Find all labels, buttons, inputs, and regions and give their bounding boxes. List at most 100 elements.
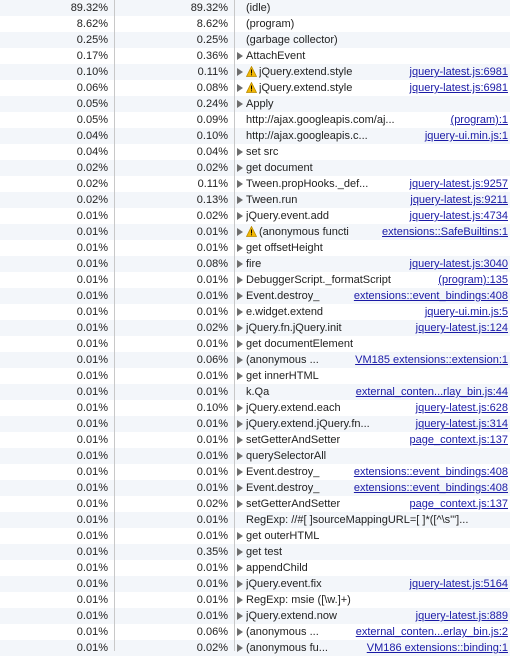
profile-row[interactable]: 0.01% 0.06% (anonymous ... VM185 extensions… — [0, 352, 510, 368]
disclosure-triangle-icon[interactable] — [237, 628, 243, 636]
disclosure-triangle-icon[interactable] — [237, 228, 243, 236]
profile-row[interactable]: 0.02% 0.13% Tween.run jquery-latest.js:9211 — [0, 192, 510, 208]
profile-row[interactable]: 0.04% 0.04% set src — [0, 144, 510, 160]
disclosure-triangle-icon[interactable] — [237, 164, 243, 172]
disclosure-triangle-icon[interactable] — [237, 612, 243, 620]
disclosure-triangle-icon[interactable] — [237, 356, 243, 364]
disclosure-triangle-icon[interactable] — [237, 324, 243, 332]
profile-row[interactable]: 0.01% 0.01% jQuery.event.fix jquery-latest.… — [0, 576, 510, 592]
profile-row[interactable]: 0.01% 0.01% Event.destroy_ extensions::even… — [0, 464, 510, 480]
profile-row[interactable]: 0.01% 0.01% jQuery.extend.jQuery.fn... jque… — [0, 416, 510, 432]
profile-row[interactable]: 0.01% 0.01% setGetterAndSetter page_context… — [0, 432, 510, 448]
source-link[interactable]: extensions::event_bindings:408 — [351, 288, 508, 304]
disclosure-triangle-icon[interactable] — [237, 148, 243, 156]
source-link[interactable]: jquery-latest.js:889 — [413, 608, 508, 624]
profile-row[interactable]: 89.32% 89.32% (idle) — [0, 0, 510, 16]
source-link[interactable]: jquery-latest.js:124 — [413, 320, 508, 336]
source-link[interactable]: jquery-latest.js:6981 — [407, 64, 508, 80]
column-divider-self[interactable] — [114, 0, 115, 651]
profile-row[interactable]: 0.01% 0.01% DebuggerScript._formatScript (p… — [0, 272, 510, 288]
disclosure-triangle-icon[interactable] — [237, 180, 243, 188]
profile-row[interactable]: 0.01% 0.10% jQuery.extend.each jquery-lates… — [0, 400, 510, 416]
disclosure-triangle-icon[interactable] — [237, 84, 243, 92]
disclosure-triangle-icon[interactable] — [237, 292, 243, 300]
disclosure-triangle-icon[interactable] — [237, 468, 243, 476]
profile-row[interactable]: 0.01% 0.35% get test — [0, 544, 510, 560]
profile-row[interactable]: 0.06% 0.08% jQuery.extend.style jquery-late… — [0, 80, 510, 96]
profile-row[interactable]: 0.01% 0.01% (anonymous functi extensions::S… — [0, 224, 510, 240]
profile-row[interactable]: 0.01% 0.01% Event.destroy_ extensions::even… — [0, 288, 510, 304]
disclosure-triangle-icon[interactable] — [237, 276, 243, 284]
profile-row[interactable]: 0.01% 0.01% Event.destroy_ extensions::even… — [0, 480, 510, 496]
disclosure-triangle-icon[interactable] — [237, 564, 243, 572]
profile-row[interactable]: 0.01% 0.01% k.Qa external_conten...rlay_bin… — [0, 384, 510, 400]
source-link[interactable]: jquery-latest.js:6981 — [407, 80, 508, 96]
disclosure-triangle-icon[interactable] — [237, 436, 243, 444]
profile-row[interactable]: 0.01% 0.02% setGetterAndSetter page_context… — [0, 496, 510, 512]
disclosure-triangle-icon[interactable] — [237, 420, 243, 428]
disclosure-triangle-icon[interactable] — [237, 532, 243, 540]
profile-row[interactable]: 0.01% 0.01% get innerHTML — [0, 368, 510, 384]
disclosure-triangle-icon[interactable] — [237, 212, 243, 220]
profile-row[interactable]: 0.01% 0.01% jQuery.extend.now jquery-latest… — [0, 608, 510, 624]
source-link[interactable]: page_context.js:137 — [407, 432, 508, 448]
source-link[interactable]: jquery-ui.min.js:1 — [422, 128, 508, 144]
disclosure-triangle-icon[interactable] — [237, 340, 243, 348]
source-link[interactable]: VM186 extensions::binding:1 — [364, 640, 508, 656]
source-link[interactable]: jquery-latest.js:4734 — [407, 208, 508, 224]
profile-row[interactable]: 8.62% 8.62% (program) — [0, 16, 510, 32]
profile-row[interactable]: 0.01% 0.06% (anonymous ... external_conten.… — [0, 624, 510, 640]
disclosure-triangle-icon[interactable] — [237, 596, 243, 604]
profile-row[interactable]: 0.01% 0.01% RegExp: msie ([\w.]+) — [0, 592, 510, 608]
source-link[interactable]: jquery-latest.js:9257 — [407, 176, 508, 192]
disclosure-triangle-icon[interactable] — [237, 68, 243, 76]
profile-row[interactable]: 0.01% 0.01% e.widget.extend jquery-ui.min.j… — [0, 304, 510, 320]
source-link[interactable]: external_conten...erlay_bin.js:2 — [353, 624, 508, 640]
source-link[interactable]: jquery-ui.min.js:5 — [422, 304, 508, 320]
disclosure-triangle-icon[interactable] — [237, 100, 243, 108]
disclosure-triangle-icon[interactable] — [237, 260, 243, 268]
disclosure-triangle-icon[interactable] — [237, 308, 243, 316]
profile-row[interactable]: 0.01% 0.01% appendChild — [0, 560, 510, 576]
profile-row[interactable]: 0.01% 0.01% get outerHTML — [0, 528, 510, 544]
source-link[interactable]: jquery-latest.js:3040 — [407, 256, 508, 272]
source-link[interactable]: jquery-latest.js:628 — [413, 400, 508, 416]
profile-row[interactable]: 0.17% 0.36% AttachEvent — [0, 48, 510, 64]
disclosure-triangle-icon[interactable] — [237, 580, 243, 588]
profile-row[interactable]: 0.02% 0.11% Tween.propHooks._def... jquery-… — [0, 176, 510, 192]
disclosure-triangle-icon[interactable] — [237, 372, 243, 380]
profile-row[interactable]: 0.04% 0.10% http://ajax.googleapis.c... jqu… — [0, 128, 510, 144]
disclosure-triangle-icon[interactable] — [237, 500, 243, 508]
source-link[interactable]: jquery-latest.js:314 — [413, 416, 508, 432]
disclosure-triangle-icon[interactable] — [237, 548, 243, 556]
profile-row[interactable]: 0.05% 0.24% Apply — [0, 96, 510, 112]
source-link[interactable]: VM185 extensions::extension:1 — [353, 352, 508, 368]
source-link[interactable]: jquery-latest.js:5164 — [407, 576, 508, 592]
profile-row[interactable]: 0.01% 0.01% get offsetHeight — [0, 240, 510, 256]
source-link[interactable]: (program):1 — [448, 112, 508, 128]
profile-row[interactable]: 0.01% 0.01% querySelectorAll — [0, 448, 510, 464]
disclosure-triangle-icon[interactable] — [237, 452, 243, 460]
profile-row[interactable]: 0.01% 0.02% (anonymous fu... VM186 extensio… — [0, 640, 510, 656]
profile-row[interactable]: 0.02% 0.02% get document — [0, 160, 510, 176]
profile-row[interactable]: 0.01% 0.08% fire jquery-latest.js:3040 — [0, 256, 510, 272]
source-link[interactable]: (program):135 — [436, 272, 508, 288]
disclosure-triangle-icon[interactable] — [237, 244, 243, 252]
profile-row[interactable]: 0.10% 0.11% jQuery.extend.style jquery-late… — [0, 64, 510, 80]
profile-row[interactable]: 0.05% 0.09% http://ajax.googleapis.com/aj.… — [0, 112, 510, 128]
disclosure-triangle-icon[interactable] — [237, 404, 243, 412]
profile-row[interactable]: 0.01% 0.02% jQuery.event.add jquery-latest.… — [0, 208, 510, 224]
profile-row[interactable]: 0.25% 0.25% (garbage collector) — [0, 32, 510, 48]
profile-row[interactable]: 0.01% 0.01% get documentElement — [0, 336, 510, 352]
source-link[interactable]: extensions::SafeBuiltins:1 — [380, 224, 508, 240]
source-link[interactable]: jquery-latest.js:9211 — [408, 192, 508, 208]
disclosure-triangle-icon[interactable] — [237, 484, 243, 492]
column-divider-total[interactable] — [234, 0, 235, 651]
source-link[interactable]: extensions::event_bindings:408 — [351, 464, 508, 480]
disclosure-triangle-icon[interactable] — [237, 52, 243, 60]
source-link[interactable]: extensions::event_bindings:408 — [351, 480, 508, 496]
profile-row[interactable]: 0.01% 0.01% RegExp: //#[ ]sourceMappingURL… — [0, 512, 510, 528]
disclosure-triangle-icon[interactable] — [237, 196, 243, 204]
source-link[interactable]: page_context.js:137 — [407, 496, 508, 512]
source-link[interactable]: external_conten...rlay_bin.js:44 — [353, 384, 508, 400]
